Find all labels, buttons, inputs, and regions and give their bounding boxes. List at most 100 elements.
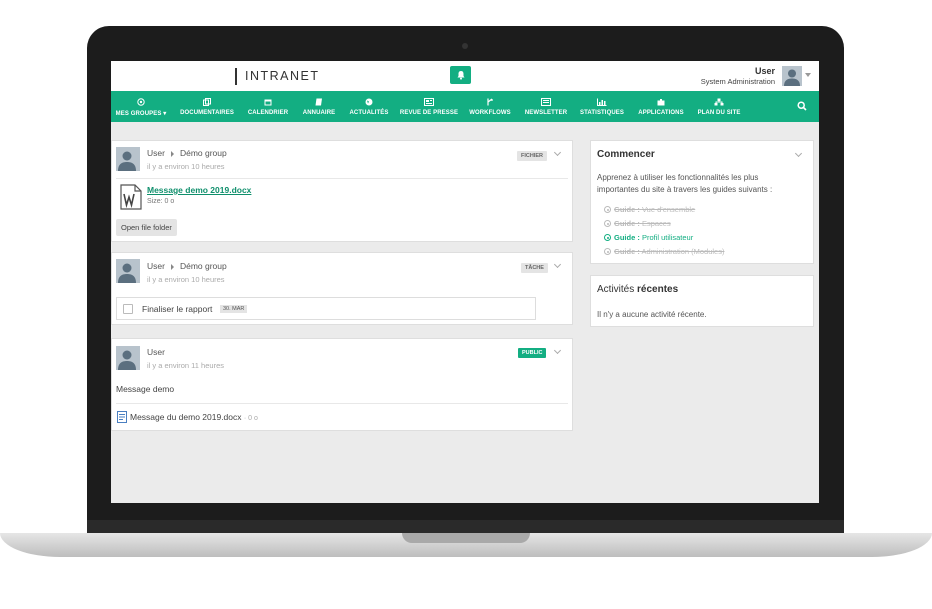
- panel-title: Activités récentes: [597, 284, 679, 295]
- avatar[interactable]: [116, 259, 140, 283]
- guide-link-administration[interactable]: Guide : Administration (Modules): [604, 247, 724, 256]
- nav-item-workflows[interactable]: WORKFLOWS: [467, 91, 513, 122]
- post-author[interactable]: User: [147, 347, 165, 357]
- avatar[interactable]: [116, 147, 140, 171]
- avatar[interactable]: [116, 346, 140, 370]
- word-document-icon[interactable]: [120, 184, 142, 210]
- getting-started-panel: Commencer Apprenez à utiliser les foncti…: [590, 140, 814, 264]
- nav-item-applications[interactable]: APPLICATIONS: [635, 91, 687, 122]
- post-time: il y a environ 10 heures: [147, 162, 225, 171]
- guide-link-overview[interactable]: Guide : Vue d'ensemble: [604, 205, 695, 214]
- user-avatar[interactable]: [782, 66, 802, 86]
- post-type-badge: FICHIER: [517, 151, 547, 161]
- chevron-down-icon[interactable]: [553, 260, 562, 269]
- nav-label: REVUE DE PRESSE: [399, 110, 459, 116]
- target-icon: [137, 97, 145, 106]
- attachment-size: · 0 o: [243, 415, 258, 422]
- open-file-folder-button[interactable]: Open file folder: [116, 219, 177, 236]
- post-visibility-badge: PUBLIC: [518, 348, 547, 358]
- bar-chart-icon: [597, 98, 607, 106]
- nav-item-documentaires[interactable]: DOCUMENTAIRES: [178, 91, 236, 122]
- nav-label: CALENDRIER: [247, 110, 289, 116]
- user-silhouette-icon: [118, 350, 136, 370]
- user-silhouette-icon: [118, 151, 136, 171]
- caret-right-icon: [170, 263, 174, 270]
- screen-bezel: [87, 520, 844, 534]
- task-due-date: 30. MAR: [220, 305, 248, 313]
- user-menu-caret-icon[interactable]: [805, 73, 811, 77]
- user-silhouette-icon: [118, 263, 136, 283]
- nav-label: MES GROUPES: [115, 110, 162, 117]
- post-time: il y a environ 10 heures: [147, 275, 225, 284]
- book-icon: [315, 98, 322, 106]
- top-header: INTRANET User System Administration: [111, 61, 819, 91]
- post-time: il y a environ 11 heures: [147, 361, 224, 370]
- task-label: Finaliser le rapport: [142, 304, 213, 314]
- attachment-link[interactable]: Message du demo 2019.docx: [130, 412, 242, 422]
- nav-item-newsletter[interactable]: NEWSLETTER: [522, 91, 570, 122]
- main-nav: MES GROUPES ▾ DOCUMENTAIRES CALENDRIER A…: [111, 91, 819, 122]
- nav-label: STATISTIQUES: [580, 110, 624, 116]
- nav-item-annuaire[interactable]: ANNUAIRE: [299, 91, 339, 122]
- panel-title: Commencer: [597, 149, 655, 160]
- nav-item-statistiques[interactable]: STATISTIQUES: [577, 91, 627, 122]
- post-group[interactable]: Démo group: [180, 148, 227, 158]
- nav-item-plan-du-site[interactable]: PLAN DU SITE: [695, 91, 743, 122]
- guide-status-icon: [604, 248, 611, 255]
- calendar-icon: [264, 99, 272, 106]
- post-message: Message demo: [116, 384, 175, 394]
- nav-label: ACTUALITÉS: [349, 110, 389, 116]
- task-checkbox[interactable]: [123, 304, 133, 314]
- caret-right-icon: [170, 150, 174, 157]
- brand-logo[interactable]: INTRANET: [245, 69, 320, 83]
- nav-label: PLAN DU SITE: [697, 110, 741, 116]
- chevron-down-icon[interactable]: [794, 149, 803, 158]
- post-author[interactable]: User: [147, 148, 165, 158]
- guide-link-profile[interactable]: Guide : Profil utilisateur: [604, 233, 693, 242]
- nav-item-revue-de-presse[interactable]: REVUE DE PRESSE: [399, 91, 459, 122]
- empty-state-text: Il n'y a aucune activité récente.: [597, 310, 707, 319]
- sitemap-icon: [714, 98, 724, 106]
- file-link[interactable]: Message demo 2019.docx: [147, 185, 251, 195]
- document-icon: [117, 411, 127, 423]
- chevron-down-icon[interactable]: [553, 148, 562, 157]
- feed-post-task: User Démo group il y a environ 10 heures …: [111, 252, 573, 325]
- guide-status-icon: [604, 206, 611, 213]
- recent-activity-panel: Activités récentes Il n'y a aucune activ…: [590, 275, 814, 327]
- brand-separator: [235, 68, 237, 85]
- envelope-icon: [541, 98, 551, 106]
- user-name[interactable]: User: [755, 66, 775, 76]
- post-author[interactable]: User: [147, 261, 165, 271]
- puzzle-icon: [657, 99, 665, 106]
- camera: [462, 43, 468, 49]
- file-size: Size: 0 o: [147, 198, 175, 205]
- user-role: System Administration: [700, 77, 775, 86]
- chevron-down-icon[interactable]: [553, 346, 562, 355]
- feed-post-file: User Démo group il y a environ 10 heures …: [111, 140, 573, 242]
- panel-description: Apprenez à utiliser les fonctionnalités …: [597, 173, 773, 194]
- feed-post-message: User il y a environ 11 heures PUBLIC Mes…: [111, 338, 573, 431]
- newspaper-icon: [424, 98, 434, 106]
- nav-label: NEWSLETTER: [524, 110, 568, 116]
- nav-item-calendrier[interactable]: CALENDRIER: [244, 91, 292, 122]
- post-type-badge: TÂCHE: [521, 263, 548, 273]
- fork-icon: [487, 98, 493, 106]
- nav-item-mes-groupes[interactable]: MES GROUPES ▾: [115, 91, 167, 122]
- nav-label: DOCUMENTAIRES: [180, 110, 234, 116]
- laptop-base-notch: [402, 533, 530, 543]
- nav-item-actualites[interactable]: ACTUALITÉS: [347, 91, 391, 122]
- copy-icon: [203, 98, 211, 106]
- guide-status-icon: [604, 234, 611, 241]
- guide-link-spaces[interactable]: Guide : Espaces: [604, 219, 671, 228]
- screen: INTRANET User System Administration MES …: [111, 61, 819, 503]
- bell-icon: [457, 71, 464, 80]
- user-silhouette-icon: [784, 69, 800, 86]
- post-group[interactable]: Démo group: [180, 261, 227, 271]
- nav-label: ANNUAIRE: [302, 110, 336, 116]
- guide-status-icon: [604, 220, 611, 227]
- search-icon[interactable]: [797, 101, 807, 111]
- task-item[interactable]: Finaliser le rapport 30. MAR: [116, 297, 536, 320]
- nav-label: WORKFLOWS: [469, 110, 511, 116]
- globe-icon: [365, 98, 373, 106]
- notifications-button[interactable]: [450, 66, 471, 84]
